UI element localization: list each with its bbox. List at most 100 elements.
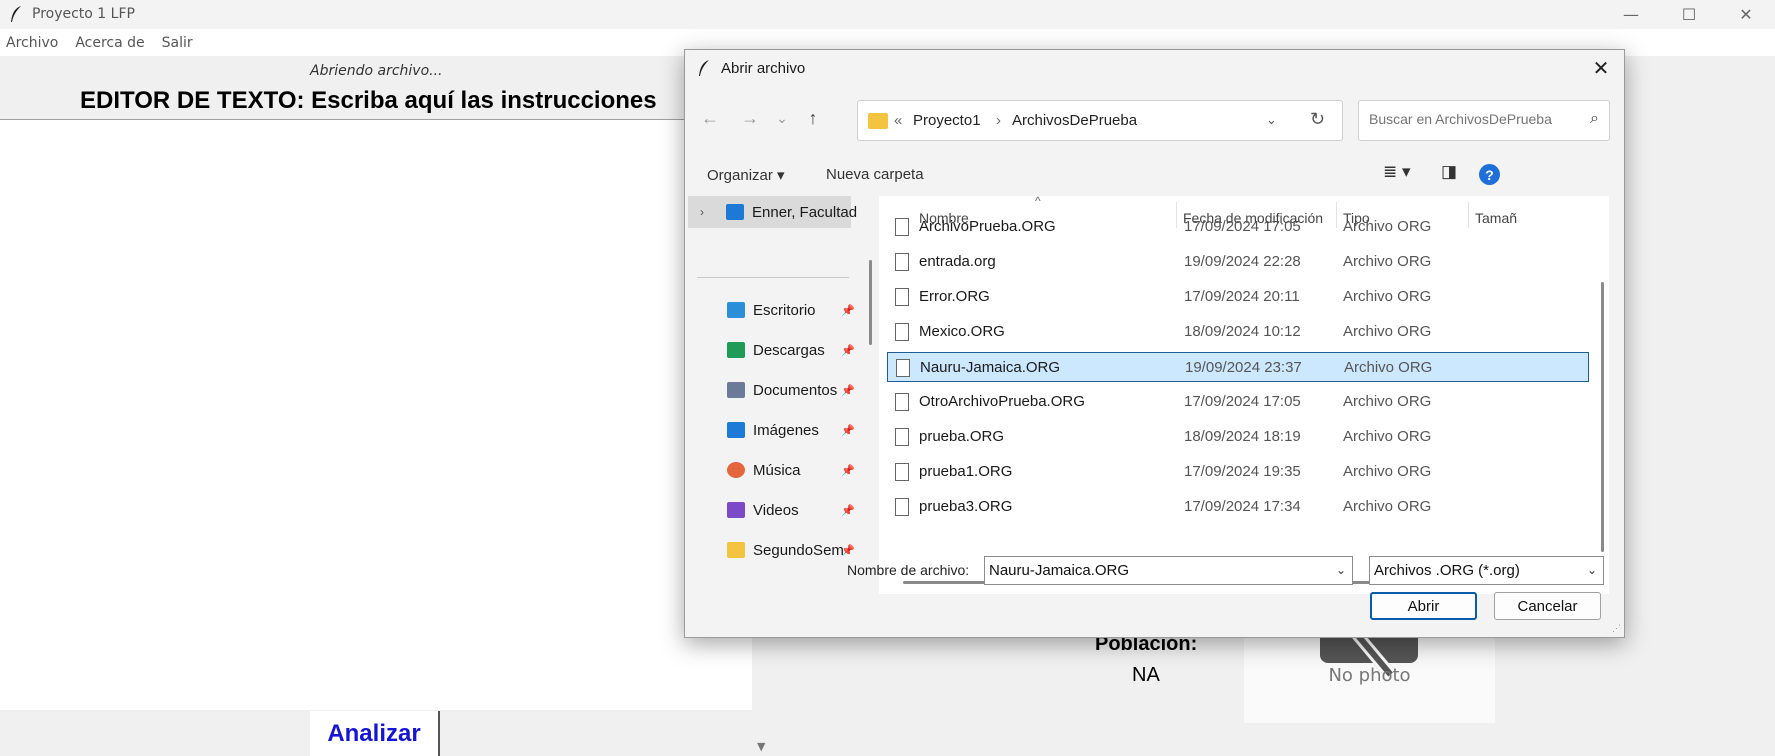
new-folder-button[interactable]: Nueva carpeta — [826, 166, 924, 183]
nav-scrollbar[interactable] — [869, 260, 872, 345]
menu-salir[interactable]: Salir — [162, 35, 193, 51]
file-type: Archivo ORG — [1343, 288, 1432, 305]
sidebar-item-label: Documentos — [753, 381, 838, 399]
app-title: Proyecto 1 LFP — [32, 6, 135, 22]
file-row[interactable]: prueba3.ORG 17/09/2024 17:34 Archivo ORG — [887, 492, 1589, 522]
file-name: entrada.org — [919, 253, 996, 270]
sidebar-item-documentos[interactable]: Documentos 📌 — [685, 374, 857, 406]
resize-grip-icon[interactable]: ⋰ — [1612, 623, 1621, 634]
file-date: 17/09/2024 19:35 — [1184, 463, 1301, 480]
file-name: prueba.ORG — [919, 428, 1005, 445]
file-name: prueba1.ORG — [919, 463, 1013, 480]
help-icon[interactable]: ? — [1479, 164, 1500, 185]
breadcrumb-separator: › — [996, 112, 1001, 129]
analyze-button[interactable]: Analizar — [310, 711, 440, 756]
file-icon — [895, 323, 909, 341]
navigation-pane: › Enner, Facultad Escritorio 📌 Descargas… — [685, 196, 857, 594]
pin-icon: 📌 — [841, 344, 855, 357]
sidebar-item-onedrive[interactable]: › Enner, Facultad — [688, 196, 857, 228]
organize-menu[interactable]: Organizar ▾ — [707, 166, 785, 184]
file-type: Archivo ORG — [1344, 359, 1433, 376]
close-icon[interactable]: ✕ — [1586, 54, 1616, 82]
pictures-icon — [727, 422, 745, 438]
sidebar-item-descargas[interactable]: Descargas 📌 — [685, 334, 857, 366]
breadcrumb-archivosdeprueba[interactable]: ArchivosDePrueba — [1012, 112, 1137, 129]
refresh-icon[interactable]: ↻ — [1310, 109, 1325, 130]
sidebar-item-label: Videos — [753, 501, 799, 519]
file-name: prueba3.ORG — [919, 498, 1013, 515]
view-options-icon[interactable]: ≣ ▾ — [1383, 162, 1411, 182]
file-icon — [895, 498, 909, 516]
file-type: Archivo ORG — [1343, 463, 1432, 480]
file-icon — [896, 359, 910, 377]
chevron-down-icon[interactable]: ⌄ — [1587, 563, 1597, 577]
documents-icon — [727, 382, 745, 398]
file-row[interactable]: ArchivoPrueba.ORG 17/09/2024 17:05 Archivo… — [887, 212, 1589, 242]
filename-field[interactable]: ⌄ — [984, 556, 1353, 585]
scroll-down-icon[interactable]: ▼ — [757, 740, 765, 753]
feather-icon — [699, 60, 709, 76]
recent-locations-icon[interactable]: ⌄ — [769, 105, 795, 131]
back-icon[interactable]: ← — [697, 105, 723, 131]
breadcrumb-proyecto1[interactable]: Proyecto1 — [913, 112, 981, 129]
sidebar-item-videos[interactable]: Videos 📌 — [685, 494, 857, 526]
file-date: 17/09/2024 20:11 — [1184, 288, 1300, 305]
address-bar[interactable]: « Proyecto1 › ArchivosDePrueba ⌄ ↻ — [857, 100, 1343, 141]
file-row[interactable]: entrada.org 19/09/2024 22:28 Archivo ORG — [887, 247, 1589, 277]
close-window-button[interactable]: ✕ — [1717, 0, 1775, 29]
file-name: Mexico.ORG — [919, 323, 1005, 340]
preview-pane-icon[interactable]: ◨ — [1441, 162, 1457, 182]
file-date: 17/09/2024 17:34 — [1184, 498, 1301, 515]
maximize-button[interactable]: ☐ — [1660, 0, 1718, 29]
sidebar-item-label: Imágenes — [753, 421, 819, 439]
sidebar-item-musica[interactable]: Música 📌 — [685, 454, 857, 486]
sort-ascending-icon: ^ — [1035, 196, 1041, 208]
file-type-value: Archivos .ORG (*.org) — [1374, 562, 1520, 579]
menu-acerca-de[interactable]: Acerca de — [75, 35, 144, 51]
file-type-filter[interactable]: Archivos .ORG (*.org) ⌄ — [1369, 556, 1604, 585]
file-row[interactable]: OtroArchivoPrueba.ORG 17/09/2024 17:05 Arc… — [887, 387, 1589, 417]
file-icon — [895, 253, 909, 271]
chevron-down-icon[interactable]: ⌄ — [1336, 563, 1346, 577]
sidebar-item-segundosem[interactable]: SegundoSem 📌 — [685, 534, 857, 566]
sidebar-item-label: SegundoSem — [753, 541, 844, 559]
forward-icon[interactable]: → — [737, 105, 763, 131]
file-name: Nauru-Jamaica.ORG — [920, 359, 1061, 376]
file-name: OtroArchivoPrueba.ORG — [919, 393, 1085, 410]
status-text: Abriendo archivo... — [310, 63, 443, 79]
cancel-button[interactable]: Cancelar — [1494, 592, 1601, 620]
sidebar-item-imagenes[interactable]: Imágenes 📌 — [685, 414, 857, 446]
pin-icon: 📌 — [841, 384, 855, 397]
filename-input[interactable] — [989, 562, 1319, 579]
sidebar-item-escritorio[interactable]: Escritorio 📌 — [685, 294, 857, 326]
file-row[interactable]: prueba.ORG 18/09/2024 18:19 Archivo ORG — [887, 422, 1589, 452]
music-icon — [727, 462, 745, 478]
dialog-titlebar: Abrir archivo ✕ — [685, 50, 1624, 86]
file-row[interactable]: prueba1.ORG 17/09/2024 19:35 Archivo ORG — [887, 457, 1589, 487]
file-date: 18/09/2024 10:12 — [1184, 323, 1301, 340]
file-date: 17/09/2024 17:05 — [1184, 218, 1301, 235]
file-row[interactable]: Mexico.ORG 18/09/2024 10:12 Archivo ORG — [887, 317, 1589, 347]
open-file-dialog: Abrir archivo ✕ ← → ⌄ ↑ « Proyecto1 › Ar… — [684, 49, 1625, 638]
search-input[interactable] — [1369, 111, 1569, 127]
file-row[interactable]: Nauru-Jamaica.ORG 19/09/2024 23:37 Archivo… — [887, 352, 1589, 382]
file-row[interactable]: Error.ORG 17/09/2024 20:11 Archivo ORG — [887, 282, 1589, 312]
menu-archivo[interactable]: Archivo — [6, 35, 58, 51]
minimize-button[interactable]: — — [1602, 0, 1660, 29]
up-folder-icon[interactable]: ↑ — [800, 105, 826, 131]
file-date: 19/09/2024 23:37 — [1185, 359, 1302, 376]
folder-icon — [727, 542, 745, 558]
chevron-right-icon[interactable]: › — [700, 205, 704, 219]
search-box[interactable]: ⌕ — [1358, 100, 1610, 141]
open-button[interactable]: Abrir — [1370, 592, 1477, 620]
desktop-icon — [727, 302, 745, 318]
vertical-scrollbar[interactable] — [1601, 282, 1604, 552]
chevron-down-icon[interactable]: ⌄ — [1266, 112, 1277, 128]
file-type: Archivo ORG — [1343, 253, 1432, 270]
file-date: 19/09/2024 22:28 — [1184, 253, 1301, 270]
editor-title: EDITOR DE TEXTO: Escriba aquí las instru… — [80, 87, 657, 114]
file-date: 17/09/2024 17:05 — [1184, 393, 1301, 410]
divider — [697, 277, 849, 278]
text-editor[interactable] — [0, 120, 752, 710]
breadcrumb-overflow[interactable]: « — [894, 112, 902, 129]
